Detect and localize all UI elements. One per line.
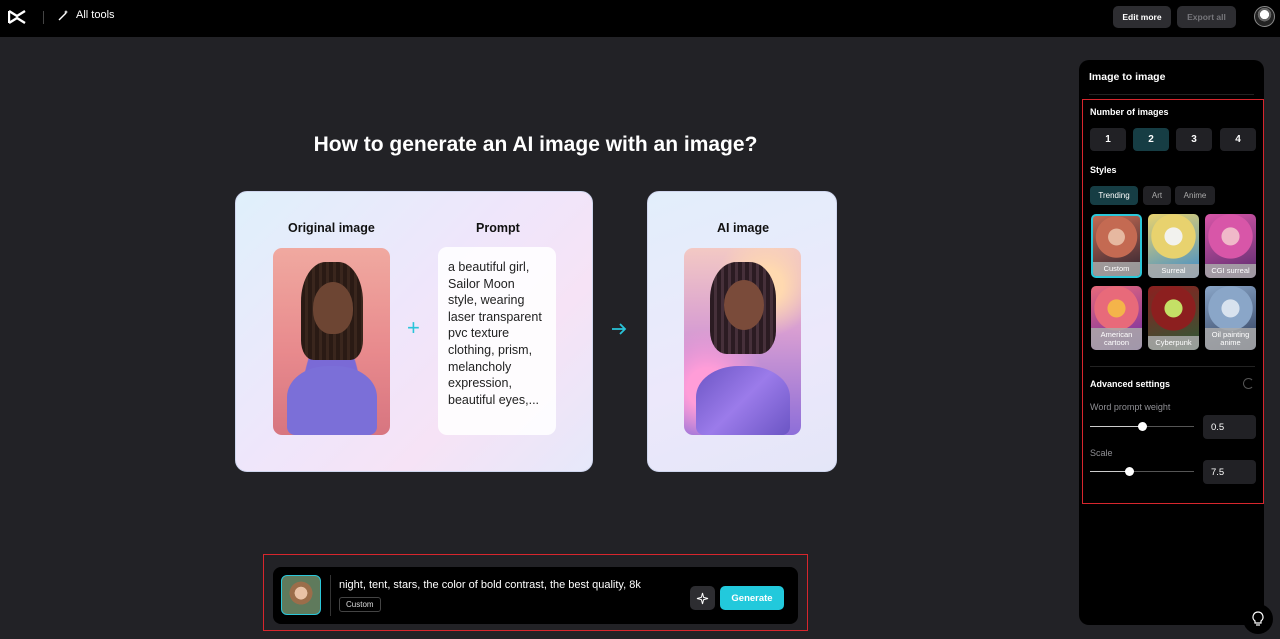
inspiration-button[interactable] (690, 586, 715, 610)
panel-title: Image to image (1089, 71, 1166, 83)
style-option-cgi-surreal[interactable]: CGI surreal (1205, 214, 1256, 278)
magic-wand-icon (58, 10, 68, 21)
style-option-surreal[interactable]: Surreal (1148, 214, 1199, 278)
scale-label: Scale (1090, 448, 1113, 458)
word-prompt-weight-label: Word prompt weight (1090, 402, 1171, 412)
number-option-2[interactable]: 2 (1133, 128, 1169, 151)
reset-icon[interactable] (1243, 378, 1254, 389)
ai-image (684, 248, 801, 435)
style-option-label: Surreal (1148, 264, 1199, 278)
style-option-label: American cartoon (1091, 328, 1142, 350)
lightbulb-icon (1252, 611, 1264, 626)
slider-knob[interactable] (1137, 422, 1147, 431)
plus-icon: + (407, 315, 420, 340)
advanced-divider (1090, 366, 1255, 367)
edit-more-button[interactable]: Edit more (1113, 6, 1171, 28)
style-tag[interactable]: Custom (339, 597, 381, 612)
slider-knob[interactable] (1125, 467, 1135, 476)
style-option-label: Cyberpunk (1148, 336, 1199, 350)
export-all-button[interactable]: Export all (1177, 6, 1236, 28)
prompt-bar: night, tent, stars, the color of bold co… (273, 567, 798, 624)
sparkle-icon (696, 592, 709, 604)
number-of-images-label: Number of images (1090, 107, 1169, 117)
word-prompt-weight-slider[interactable] (1090, 422, 1194, 431)
help-button[interactable] (1243, 604, 1273, 634)
style-option-cyberpunk[interactable]: Cyberpunk (1148, 286, 1199, 350)
reference-image-thumbnail[interactable] (281, 575, 321, 615)
styles-label: Styles (1090, 165, 1117, 175)
panel-divider (1089, 94, 1254, 95)
style-option-label: Oil painting anime (1205, 328, 1256, 350)
tab-art[interactable]: Art (1143, 186, 1171, 205)
top-bar: All tools Edit more Export all (0, 0, 1280, 37)
advanced-settings-label: Advanced settings (1090, 379, 1171, 389)
tab-trending[interactable]: Trending (1090, 186, 1138, 205)
all-tools-label: All tools (76, 9, 115, 21)
prompt-input[interactable]: night, tent, stars, the color of bold co… (339, 579, 641, 591)
input-card: Original image Prompt + a beautiful girl… (235, 191, 593, 472)
slider-fill (1090, 471, 1130, 472)
topbar-divider (43, 11, 44, 24)
style-option-label: CGI surreal (1205, 264, 1256, 278)
style-option-custom[interactable]: Custom (1091, 214, 1142, 278)
all-tools-button[interactable]: All tools (58, 9, 115, 21)
page-title: How to generate an AI image with an imag… (313, 133, 758, 156)
number-option-3[interactable]: 3 (1176, 128, 1212, 151)
generate-button[interactable]: Generate (720, 586, 784, 610)
example-prompt-text: a beautiful girl, Sailor Moon style, wea… (438, 247, 556, 435)
user-avatar[interactable] (1254, 6, 1275, 27)
tab-anime[interactable]: Anime (1175, 186, 1215, 205)
style-option-label: Custom (1093, 262, 1140, 276)
scale-value[interactable]: 7.5 (1203, 460, 1256, 484)
output-card: AI image (647, 191, 837, 472)
original-image-heading: Original image (288, 221, 375, 235)
style-option-oil-painting-anime[interactable]: Oil painting anime (1205, 286, 1256, 350)
scale-slider[interactable] (1090, 467, 1194, 476)
capcut-logo-icon[interactable] (8, 9, 26, 25)
prompt-bar-divider (330, 575, 331, 616)
prompt-heading: Prompt (476, 221, 520, 235)
number-option-4[interactable]: 4 (1220, 128, 1256, 151)
ai-image-heading: AI image (717, 221, 770, 235)
word-prompt-weight-value[interactable]: 0.5 (1203, 415, 1256, 439)
original-image (273, 248, 390, 435)
style-option-american-cartoon[interactable]: American cartoon (1091, 286, 1142, 350)
arrow-right-icon (611, 322, 627, 341)
slider-fill (1090, 426, 1142, 427)
number-option-1[interactable]: 1 (1090, 128, 1126, 151)
